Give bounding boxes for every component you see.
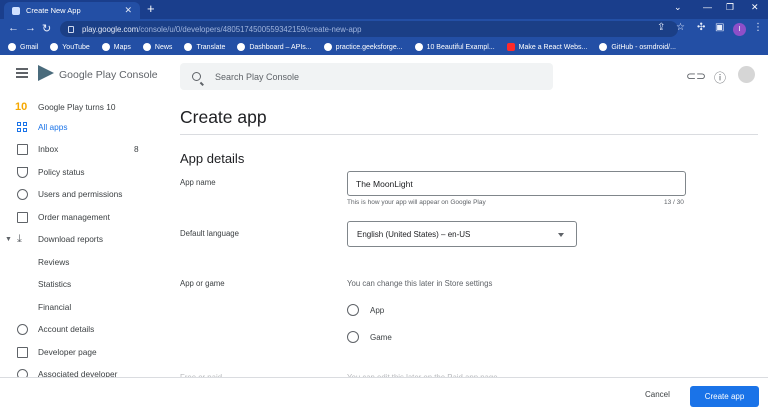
app-or-game-label: App or game: [180, 279, 225, 288]
app-name-input[interactable]: The MoonLight: [347, 171, 686, 196]
sidebar-item-statistics[interactable]: Statistics: [0, 274, 160, 294]
app-name-hint: This is how your app will appear on Goog…: [347, 199, 486, 206]
link-icon[interactable]: ⊂⊃: [686, 69, 706, 83]
globe-icon: [184, 43, 193, 51]
search-icon: [192, 72, 201, 81]
bookmark-examples[interactable]: 10 Beautiful Exampl...: [414, 43, 495, 51]
youtube-icon: [506, 43, 515, 51]
sidebar-item-developer-page[interactable]: Developer page: [0, 342, 160, 362]
divider: [180, 134, 758, 135]
play-console-logo-icon: [38, 65, 54, 81]
browser-menu-icon[interactable]: ⋮: [753, 22, 763, 33]
bookmark-github[interactable]: GitHub - osmdroid/...: [599, 43, 676, 51]
bookmark-translate[interactable]: Translate: [184, 43, 225, 51]
inbox-icon: [17, 143, 28, 155]
api-icon: [237, 43, 246, 51]
sidebar-item-play-turns-10[interactable]: 10 Google Play turns 10: [0, 97, 160, 117]
sidebar: 10 Google Play turns 10 All apps Inbox 8…: [0, 97, 160, 380]
forward-icon[interactable]: →: [25, 22, 36, 34]
app-or-game-help: You can change this later in Store setti…: [347, 279, 493, 288]
sidebar-item-order-management[interactable]: Order management: [0, 207, 160, 227]
url-host: play.google.com: [82, 24, 139, 34]
lock-icon: [68, 25, 74, 33]
profile-avatar[interactable]: I: [733, 23, 746, 36]
default-language-label: Default language: [180, 229, 239, 238]
new-tab-icon[interactable]: +: [147, 1, 155, 16]
bookmark-react[interactable]: Make a React Webs...: [506, 43, 587, 51]
bookmark-practice[interactable]: practice.geeksforge...: [323, 43, 403, 51]
reload-icon[interactable]: ↻: [42, 22, 51, 35]
card-icon: [17, 211, 28, 223]
search-box[interactable]: Search Play Console: [180, 63, 553, 90]
app-name-counter: 13 / 30: [664, 199, 684, 206]
shield-icon: [17, 166, 28, 178]
dropdown-caret-icon: [558, 233, 564, 237]
sidebar-item-financial[interactable]: Financial: [0, 297, 160, 317]
globe-icon: [8, 43, 16, 51]
maps-pin-icon: [101, 43, 110, 51]
search-placeholder: Search Play Console: [215, 71, 300, 82]
browser-tab[interactable]: Create New App ✕: [4, 2, 140, 19]
bookmarks-bar: Gmail YouTube Maps News Translate Dashbo…: [0, 39, 768, 55]
account-icon: [17, 323, 28, 335]
help-icon[interactable]: ⓘ: [714, 69, 726, 86]
close-window-icon[interactable]: ✕: [751, 2, 759, 13]
default-language-value: English (United States) – en-US: [357, 229, 471, 239]
share-icon[interactable]: ⇪: [657, 22, 665, 33]
github-icon: [599, 43, 608, 51]
globe-icon: [50, 43, 59, 51]
sidebar-item-users[interactable]: Users and permissions: [0, 184, 160, 204]
bookmark-news[interactable]: News: [142, 43, 172, 51]
minimize-icon[interactable]: —: [703, 2, 712, 12]
play-console-favicon-icon: [12, 6, 20, 15]
bookmark-gmail[interactable]: Gmail: [8, 43, 38, 51]
expand-arrow-icon[interactable]: ▼: [5, 236, 12, 243]
brand-title: Google Play Console: [59, 69, 158, 81]
radio-game[interactable]: Game: [347, 331, 392, 343]
sidebar-item-account-details[interactable]: Account details: [0, 319, 160, 339]
bookmark-dashboard[interactable]: Dashboard – APIs...: [237, 43, 312, 51]
globe-icon: [323, 43, 332, 51]
create-app-button[interactable]: Create app: [690, 386, 759, 407]
download-icon: ⤓: [17, 232, 22, 245]
radio-circle-icon: [347, 304, 359, 316]
cancel-button[interactable]: Cancel: [645, 390, 670, 399]
address-bar-row: ← → ↻ play.google.com/console/u/0/develo…: [0, 19, 768, 39]
default-language-select[interactable]: English (United States) – en-US: [347, 221, 577, 247]
radio-circle-icon: [347, 331, 359, 343]
close-tab-icon[interactable]: ✕: [124, 5, 132, 16]
restore-icon[interactable]: ❐: [726, 2, 734, 13]
globe-icon: [414, 43, 423, 51]
bookmark-youtube[interactable]: YouTube: [50, 43, 90, 51]
users-icon: [17, 188, 28, 200]
account-avatar[interactable]: [738, 66, 755, 83]
tab-search-icon[interactable]: ⌄: [674, 2, 682, 13]
bookmark-star-icon[interactable]: ☆: [676, 22, 685, 33]
section-title: App details: [180, 151, 245, 166]
extensions-icon[interactable]: ✣: [697, 22, 705, 33]
bookmark-maps[interactable]: Maps: [101, 43, 131, 51]
url-path: /console/u/0/developers/4805174500559342…: [138, 24, 362, 34]
sidebar-item-policy-status[interactable]: Policy status: [0, 162, 160, 182]
app-name-label: App name: [180, 178, 216, 187]
sidebar-item-download-reports[interactable]: ▼ ⤓ Download reports: [0, 229, 160, 249]
inbox-count: 8: [134, 144, 139, 154]
sidebar-item-inbox[interactable]: Inbox 8: [0, 139, 160, 159]
page-icon: [17, 346, 28, 358]
page-title: Create app: [180, 107, 267, 127]
menu-icon[interactable]: [16, 68, 28, 78]
footer-bar: Cancel Create app: [0, 377, 768, 415]
sidebar-item-reviews[interactable]: Reviews: [0, 252, 160, 272]
ten-icon: 10: [15, 101, 28, 113]
grid-icon: [17, 121, 28, 133]
sidebar-item-all-apps[interactable]: All apps: [0, 117, 160, 137]
tab-strip: Create New App ✕ + ⌄ — ❐ ✕: [0, 0, 768, 19]
tab-title: Create New App: [26, 6, 81, 15]
side-panel-icon[interactable]: ▣: [715, 22, 724, 33]
console-header: Google Play Console Search Play Console …: [0, 55, 768, 97]
url-bar[interactable]: play.google.com/console/u/0/developers/4…: [60, 21, 678, 37]
back-icon[interactable]: ←: [8, 22, 19, 34]
globe-icon: [142, 43, 151, 51]
radio-app[interactable]: App: [347, 304, 384, 316]
